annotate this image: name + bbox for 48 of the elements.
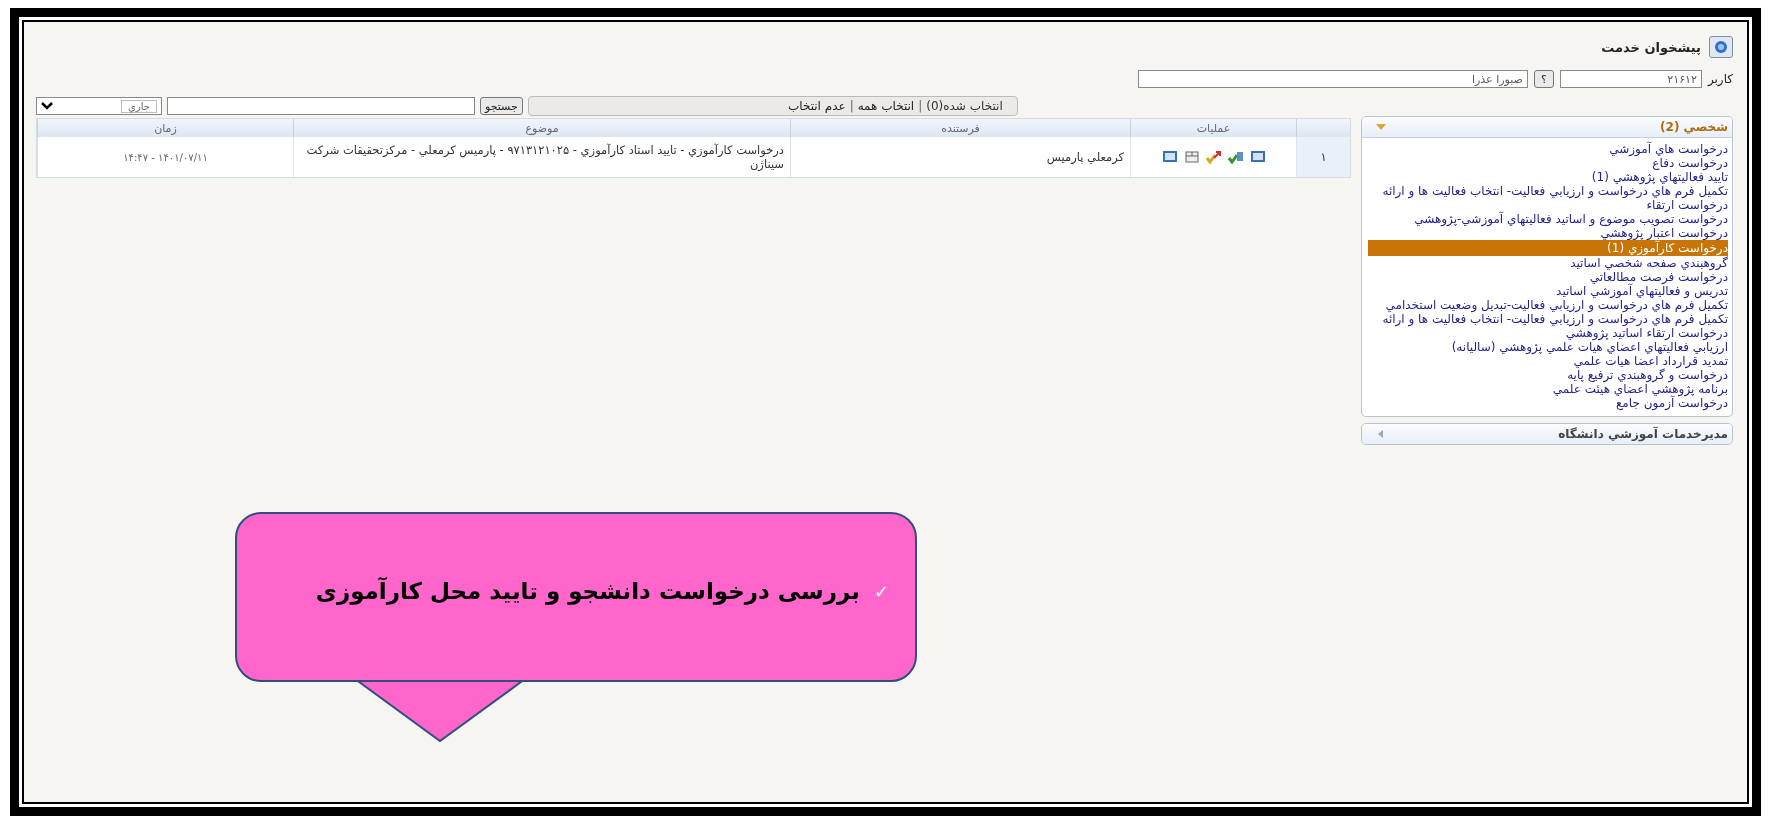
monitor-icon[interactable]: [1249, 150, 1266, 164]
monitor-icon[interactable]: [1161, 150, 1178, 164]
separator: |: [918, 99, 923, 113]
menu-item[interactable]: تكميل فرم هاي درخواست و ارزيابي فعاليت-تبديل وضعيت استخدامي: [1368, 298, 1728, 312]
column-header: زمان: [37, 119, 293, 137]
box-icon[interactable]: [1183, 150, 1200, 164]
separator: |: [849, 99, 854, 113]
search-field[interactable]: [167, 97, 475, 115]
menu-item[interactable]: درخواست تصويب موضوع و اساتيد فعاليتهاي آموزشي-پژوهشي: [1368, 212, 1728, 226]
column-header: عمليات: [1130, 119, 1296, 137]
menu-item[interactable]: تدريس و فعاليتهاي آموزشي اساتيد: [1368, 284, 1728, 298]
menu-item[interactable]: تمديد قرارداد اعضا هيات علمي: [1368, 354, 1728, 368]
column-header: موضوع: [293, 119, 790, 137]
menu-item[interactable]: درخواست اعتبار پژوهشي: [1368, 226, 1728, 240]
user-name-field[interactable]: صبورا عذرا: [1137, 70, 1528, 88]
user-label: كاربر: [1707, 72, 1733, 86]
help-icon[interactable]: [1709, 36, 1733, 58]
search-button[interactable]: جستجو: [480, 97, 523, 115]
check-mark: ✓: [873, 580, 889, 602]
selection-count: انتخاب شده(0): [926, 99, 1003, 113]
menu-item[interactable]: درخواست آزمون جامع: [1368, 396, 1728, 410]
panel-header[interactable]: مديرخدمات آموزشي دانشگاه: [1362, 424, 1732, 444]
help-button[interactable]: ؟: [1533, 70, 1554, 88]
menu-item[interactable]: درخواست و گروهبندي ترفيع پايه: [1368, 368, 1728, 382]
filter-dropdown[interactable]: جاري: [36, 97, 162, 115]
menu-item[interactable]: درخواست هاي آموزشي: [1368, 142, 1728, 156]
row-number: ۱: [1296, 137, 1350, 177]
select-link[interactable]: انتخاب همه: [857, 99, 915, 113]
menu-item[interactable]: برنامه پژوهشي اعضاي هيئت علمي: [1368, 382, 1728, 396]
chevron-down-icon: [41, 102, 53, 110]
menu-item[interactable]: درخواست دفاع: [1368, 156, 1728, 170]
menu-item[interactable]: ارزيابي فعاليتهاي اعضاي هيات علمي پژوهشي (ساليانه): [1368, 340, 1728, 354]
menu-item[interactable]: تاييد فعاليتهاي پژوهشي (1): [1368, 170, 1728, 184]
menu-item[interactable]: تكميل فرم هاي درخواست و ارزيابي فعاليت- انتخاب فعاليت ها و ارائه درخواست ارتقاء: [1368, 184, 1728, 212]
select-link[interactable]: عدم انتخاب: [787, 99, 846, 113]
panel-header[interactable]: شخصي (2): [1362, 117, 1732, 138]
user-code-field[interactable]: ۲۱۶۱۲: [1559, 70, 1702, 88]
menu-item[interactable]: درخواست فرصت مطالعاتي: [1368, 270, 1728, 284]
check-arrow-icon[interactable]: [1227, 150, 1244, 164]
menu-item[interactable]: گروهبندي صفحه شخصي اساتيد: [1368, 256, 1728, 270]
menu-item[interactable]: تكميل فرم هاي درخواست و ارزيابي فعاليت- انتخاب فعاليت ها و ارائه درخواست ارتقاء اساتيد پژوهشي: [1368, 312, 1728, 340]
check-arrow-icon[interactable]: [1205, 150, 1222, 164]
caret-left-icon: [1376, 430, 1386, 438]
callout-text: بررسی درخواست دانشجو و تایید محل کارآموزی: [315, 578, 860, 604]
page-title: پيشخوان خدمت: [1601, 39, 1701, 55]
column-header: فرستنده: [790, 119, 1130, 137]
caret-down-icon: [1376, 123, 1386, 131]
menu-item[interactable]: درخواست كارآموزي (1): [1368, 240, 1728, 256]
